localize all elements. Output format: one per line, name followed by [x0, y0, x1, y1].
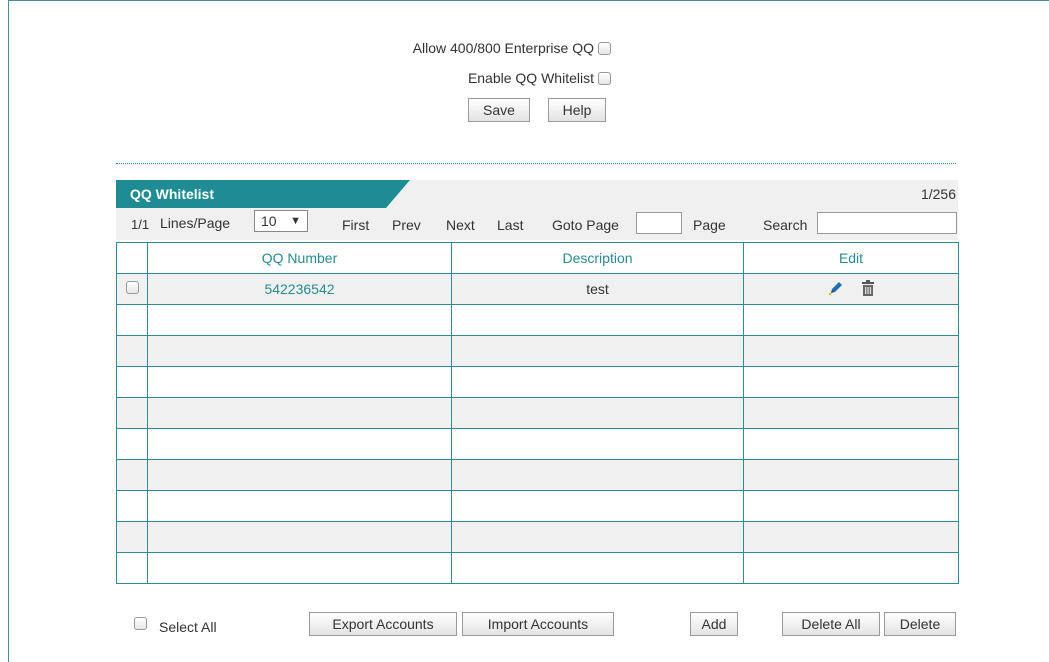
export-accounts-button[interactable]: Export Accounts	[309, 612, 457, 636]
table-row: 542236542 test	[116, 273, 959, 305]
help-button[interactable]: Help	[548, 98, 606, 122]
goto-page-input[interactable]	[636, 212, 682, 234]
description-cell: test	[451, 273, 744, 305]
section-divider	[116, 163, 956, 164]
table-row	[116, 490, 959, 522]
import-accounts-button[interactable]: Import Accounts	[462, 612, 614, 636]
header-description: Description	[451, 242, 744, 274]
qq-whitelist-tab: QQ Whitelist	[116, 180, 410, 208]
delete-trash-icon[interactable]	[861, 279, 875, 300]
enable-qq-whitelist-label: Enable QQ Whitelist	[467, 70, 594, 86]
search-input[interactable]	[817, 212, 957, 234]
table-row	[116, 552, 959, 584]
select-all-label: Select All	[159, 619, 217, 635]
lines-per-page-value: 10	[261, 213, 277, 229]
table-row	[116, 459, 959, 491]
table-row	[116, 335, 959, 367]
delete-button[interactable]: Delete	[884, 612, 956, 636]
prev-page-link[interactable]: Prev	[392, 217, 421, 233]
next-page-link[interactable]: Next	[446, 217, 475, 233]
table-row	[116, 428, 959, 460]
table-row	[116, 304, 959, 336]
qq-number-cell: 542236542	[147, 273, 452, 305]
table-row	[116, 521, 959, 553]
header-select	[116, 242, 148, 274]
table-row	[116, 366, 959, 398]
page-label: Page	[693, 217, 726, 233]
search-label: Search	[763, 217, 808, 233]
goto-page-label: Goto Page	[552, 217, 619, 233]
qq-whitelist-table: QQ Number Description Edit 542236542 tes…	[116, 242, 959, 584]
lines-per-page-label: Lines/Page	[160, 215, 231, 231]
last-page-link[interactable]: Last	[497, 217, 523, 233]
add-button[interactable]: Add	[690, 612, 738, 636]
allow-enterprise-qq-option: Allow 400/800 Enterprise QQ	[413, 40, 611, 56]
row-select-cell	[116, 273, 148, 305]
row-checkbox[interactable]	[125, 281, 139, 294]
save-button[interactable]: Save	[468, 98, 530, 122]
edit-pencil-icon[interactable]	[827, 279, 845, 300]
delete-all-button[interactable]: Delete All	[782, 612, 880, 636]
first-page-link[interactable]: First	[342, 217, 369, 233]
allow-enterprise-qq-checkbox[interactable]	[598, 41, 611, 55]
edit-cell	[743, 273, 959, 305]
page-indicator: 1/1	[131, 217, 150, 232]
enable-qq-whitelist-option: Enable QQ Whitelist	[468, 70, 611, 86]
table-row	[116, 397, 959, 429]
allow-enterprise-qq-label: Allow 400/800 Enterprise QQ	[412, 40, 594, 56]
header-edit: Edit	[743, 242, 959, 274]
table-header-row: QQ Number Description Edit	[116, 242, 959, 274]
header-qq-number: QQ Number	[147, 242, 452, 274]
dropdown-arrow-icon: ▼	[290, 215, 301, 227]
enable-qq-whitelist-checkbox[interactable]	[598, 71, 611, 85]
lines-per-page-select[interactable]: 10 ▼	[254, 210, 308, 232]
record-count: 1/256	[920, 186, 956, 202]
select-all-checkbox[interactable]	[134, 617, 147, 630]
